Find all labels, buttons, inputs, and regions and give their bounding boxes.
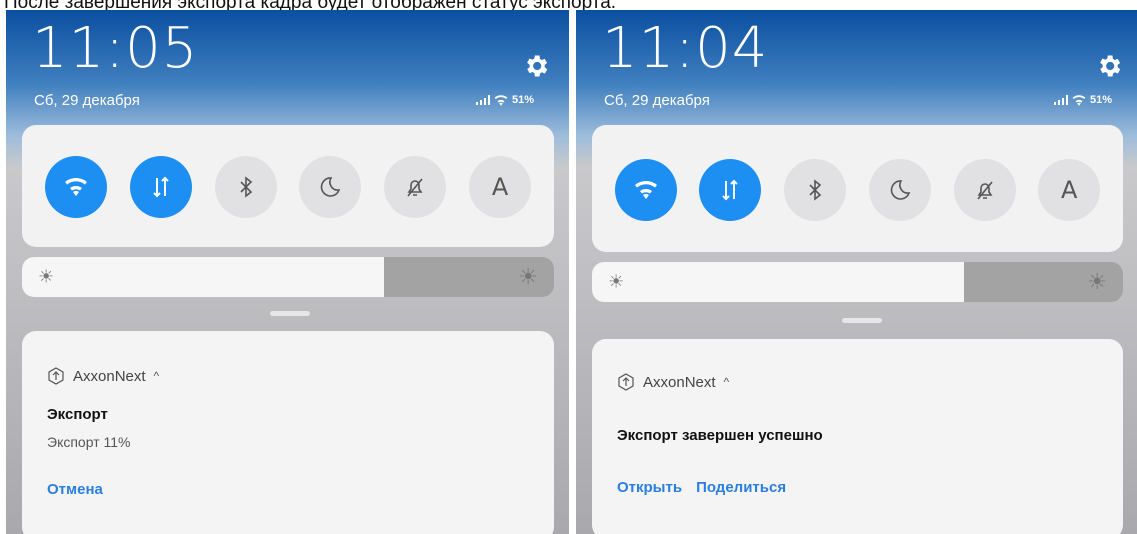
notification-card[interactable]: AxxonNext ^ Экспорт завершен успешно Отк… bbox=[592, 339, 1123, 534]
open-button[interactable]: Открыть bbox=[617, 479, 682, 496]
moon-icon bbox=[321, 177, 341, 197]
app-name: AxxonNext bbox=[73, 367, 146, 385]
mobile-data-icon bbox=[152, 176, 169, 198]
wifi-status-icon bbox=[494, 94, 508, 106]
bluetooth-toggle[interactable] bbox=[784, 159, 847, 221]
mute-toggle[interactable] bbox=[953, 159, 1016, 221]
mobile-data-toggle[interactable] bbox=[699, 159, 762, 221]
auto-rotate-a-icon: A bbox=[491, 173, 509, 201]
clock: 11:05 bbox=[32, 16, 199, 81]
auto-rotate-a-icon: A bbox=[1061, 176, 1078, 204]
clock: 11:04 bbox=[602, 16, 769, 81]
status-bar: 51% bbox=[1054, 94, 1112, 106]
gear-icon[interactable] bbox=[1095, 52, 1123, 80]
mute-toggle[interactable] bbox=[384, 156, 447, 218]
date: Сб, 29 декабря bbox=[34, 92, 140, 109]
upload-circle-icon bbox=[618, 373, 634, 391]
bell-off-icon bbox=[976, 181, 993, 200]
signal-icon bbox=[1054, 95, 1068, 105]
sun-high-icon: ☀ bbox=[518, 264, 538, 289]
notification-title: Экспорт завершен успешно bbox=[617, 427, 823, 444]
wifi-icon bbox=[634, 180, 657, 199]
wifi-status-icon bbox=[1072, 94, 1086, 106]
notification-card[interactable]: AxxonNext ^ Экспорт Экспорт 11% Отмена bbox=[22, 331, 554, 534]
signal-icon bbox=[476, 95, 490, 105]
wifi-toggle[interactable] bbox=[44, 156, 107, 218]
expand-chevron-icon[interactable]: ^ bbox=[724, 375, 730, 389]
do-not-disturb-toggle[interactable] bbox=[299, 156, 362, 218]
gear-icon[interactable] bbox=[522, 52, 550, 80]
battery-percent: 51% bbox=[512, 94, 535, 106]
drag-handle[interactable] bbox=[842, 318, 882, 323]
bluetooth-icon bbox=[809, 179, 822, 201]
notification-header: AxxonNext ^ bbox=[47, 367, 159, 385]
share-button[interactable]: Поделиться bbox=[696, 479, 786, 496]
bluetooth-icon bbox=[239, 176, 252, 198]
auto-brightness-toggle[interactable]: A bbox=[469, 156, 532, 218]
mobile-data-toggle[interactable] bbox=[129, 156, 192, 218]
sun-low-icon: ☀ bbox=[38, 266, 55, 287]
phone-screen-left: 11:05 Сб, 29 декабря 51% A ☀ ☀ AxxonNext… bbox=[6, 10, 569, 534]
notification-title: Экспорт bbox=[47, 406, 108, 423]
brightness-slider[interactable]: ☀ ☀ bbox=[22, 257, 554, 297]
wifi-icon bbox=[64, 177, 87, 196]
moon-icon bbox=[890, 180, 911, 200]
upload-circle-icon bbox=[48, 367, 64, 385]
quick-settings-panel: A bbox=[22, 125, 554, 247]
bluetooth-toggle[interactable] bbox=[214, 156, 277, 218]
notification-text: Экспорт 11% bbox=[47, 434, 131, 450]
mobile-data-icon bbox=[722, 179, 739, 201]
brightness-fill bbox=[592, 262, 964, 302]
do-not-disturb-toggle[interactable] bbox=[868, 159, 931, 221]
notification-header: AxxonNext ^ bbox=[617, 373, 729, 391]
sun-low-icon: ☀ bbox=[608, 271, 625, 292]
cancel-button[interactable]: Отмена bbox=[47, 481, 103, 498]
drag-handle[interactable] bbox=[270, 311, 310, 316]
status-bar: 51% bbox=[476, 94, 534, 106]
brightness-fill bbox=[22, 257, 384, 297]
expand-chevron-icon[interactable]: ^ bbox=[154, 369, 160, 383]
notification-actions: Отмена bbox=[47, 481, 103, 498]
sun-high-icon: ☀ bbox=[1087, 269, 1107, 294]
battery-percent: 51% bbox=[1090, 94, 1113, 106]
auto-brightness-toggle[interactable]: A bbox=[1038, 159, 1101, 221]
notification-actions: Открыть Поделиться bbox=[617, 479, 786, 496]
date: Сб, 29 декабря bbox=[604, 92, 710, 109]
phone-screen-right: 11:04 Сб, 29 декабря 51% A ☀ ☀ AxxonNext… bbox=[576, 10, 1137, 534]
brightness-slider[interactable]: ☀ ☀ bbox=[592, 262, 1123, 302]
wifi-toggle[interactable] bbox=[614, 159, 677, 221]
quick-settings-panel: A bbox=[592, 125, 1123, 252]
bell-off-icon bbox=[407, 178, 423, 197]
app-name: AxxonNext bbox=[643, 373, 716, 391]
